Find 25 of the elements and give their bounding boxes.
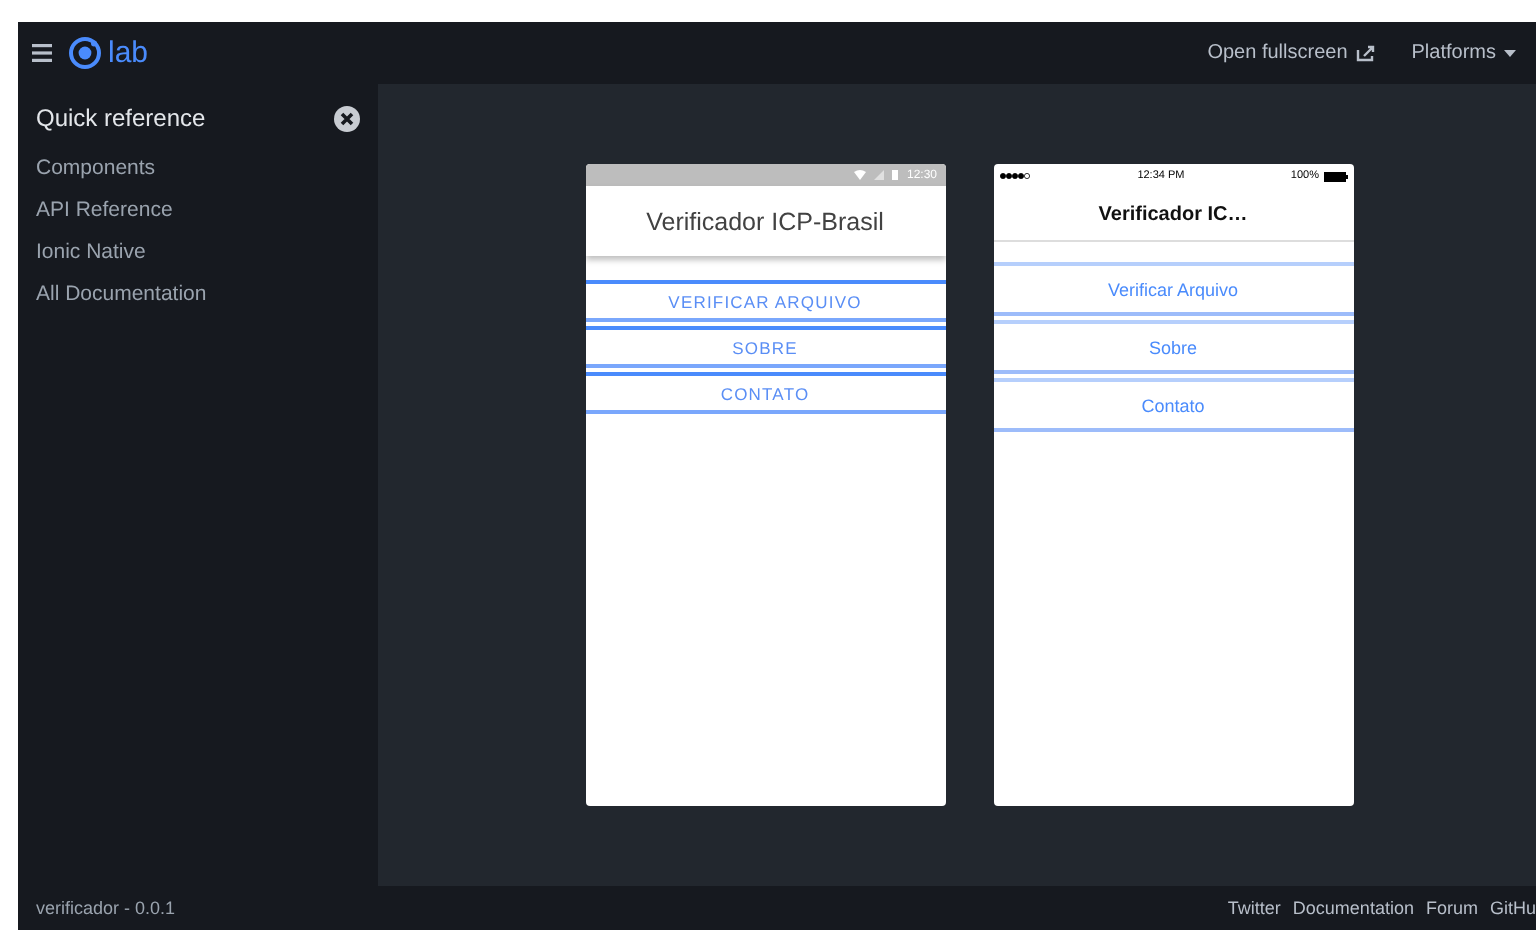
version-text: verificador - 0.0.1 [36, 898, 176, 918]
footer-link[interactable]: GitHu [1489, 898, 1536, 918]
sidebar-title: Quick reference [36, 104, 206, 132]
fullscreen-link[interactable]: Open fullscreen [1207, 42, 1376, 64]
signal-icon [874, 170, 885, 180]
footer-link[interactable]: Twitter [1227, 898, 1281, 918]
footer-link[interactable]: Documentation [1292, 898, 1414, 918]
battery-icon [1323, 171, 1347, 181]
sidebar-link[interactable]: API Reference [36, 190, 360, 232]
platforms-dropdown[interactable]: Platforms [1411, 42, 1516, 64]
close-icon[interactable] [334, 105, 360, 131]
footer-link[interactable]: Forum [1425, 898, 1478, 918]
wifi-icon [854, 170, 867, 180]
logo-text: lab [108, 36, 149, 70]
toolbar-title: Verificador IC… [993, 188, 1353, 242]
signal-icon [999, 172, 1031, 180]
external-link-icon [1355, 44, 1376, 62]
sidebar-link[interactable]: Ionic Native [36, 232, 360, 274]
menu-icon[interactable] [32, 44, 52, 62]
sidebar-link[interactable]: All Documentation [36, 274, 360, 316]
sidebar-link[interactable]: Components [36, 148, 360, 190]
toolbar-title: Verificador ICP-Brasil [585, 186, 945, 256]
battery-icon [892, 170, 899, 180]
caret-icon [1504, 49, 1516, 57]
logo-icon [68, 36, 102, 70]
